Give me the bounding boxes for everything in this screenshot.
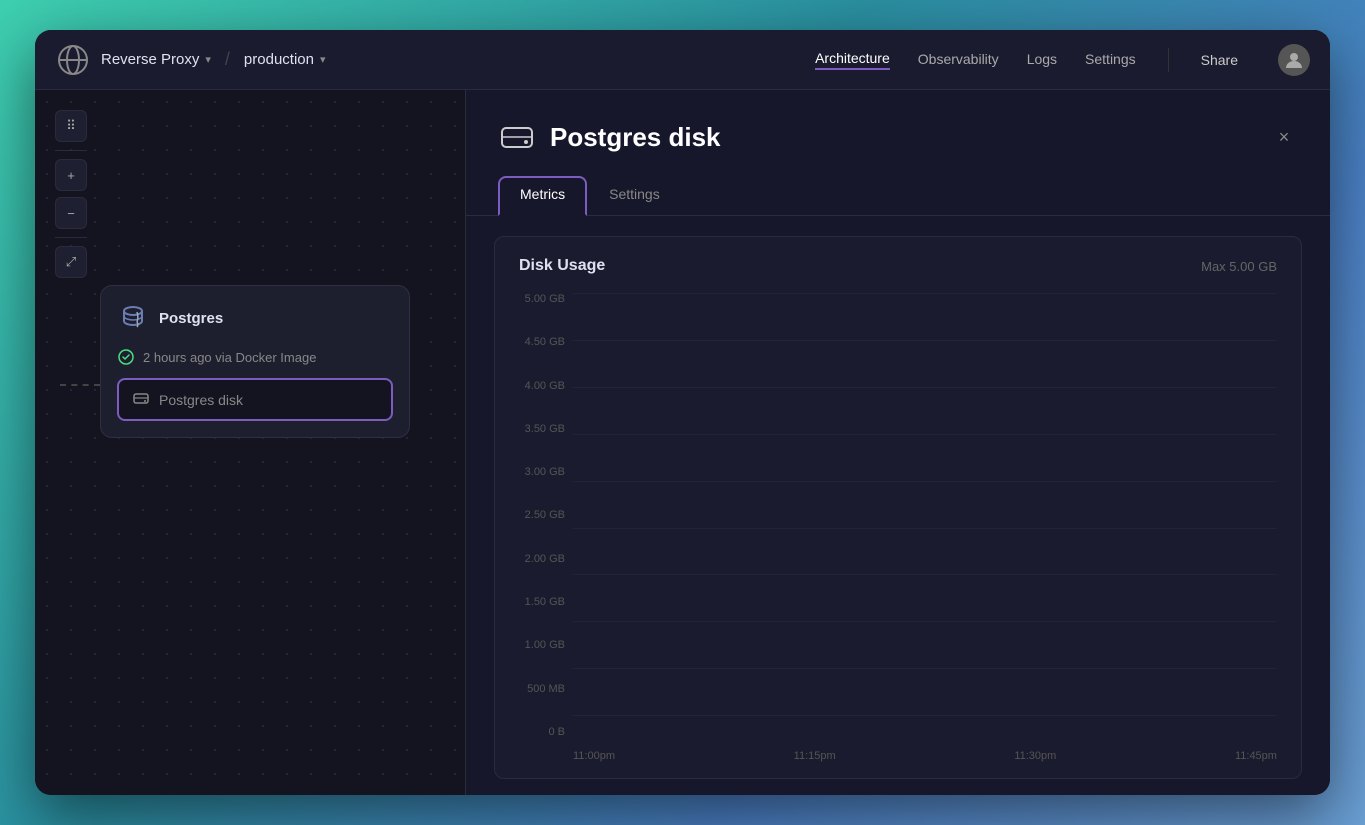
status-check-icon xyxy=(117,348,135,366)
panel-disk-icon xyxy=(498,118,536,156)
node-status: 2 hours ago via Docker Image xyxy=(117,348,393,366)
user-avatar[interactable] xyxy=(1278,44,1310,76)
chart-inner: 11:00pm 11:15pm 11:30pm 11:45pm xyxy=(573,293,1277,762)
fit-icon: ⤢ xyxy=(66,254,76,270)
fit-button[interactable]: ⤢ xyxy=(55,246,87,278)
close-button[interactable]: × xyxy=(1270,123,1298,151)
y-label-7: 1.50 GB xyxy=(519,596,573,608)
chart-line-svg xyxy=(573,293,1277,762)
x-label-1: 11:15pm xyxy=(794,750,836,762)
env-chevron-icon: ▾ xyxy=(320,53,326,66)
tab-metrics[interactable]: Metrics xyxy=(498,176,587,216)
grid-icon: ⠿ xyxy=(66,118,76,134)
header-nav: Architecture Observability Logs Settings… xyxy=(815,44,1310,76)
chart-card: Disk Usage Max 5.00 GB 5.00 GB 4.50 GB 4… xyxy=(494,236,1302,779)
chart-container: Disk Usage Max 5.00 GB 5.00 GB 4.50 GB 4… xyxy=(466,216,1330,795)
main-content: ⠿ + − ⤢ xyxy=(35,90,1330,795)
breadcrumb-app[interactable]: Reverse Proxy ▾ xyxy=(101,51,211,68)
zoom-out-button[interactable]: − xyxy=(55,197,87,229)
app-chevron-icon: ▾ xyxy=(205,53,211,66)
canvas-toolbar: ⠿ + − ⤢ xyxy=(55,110,87,278)
y-label-1: 4.50 GB xyxy=(519,336,573,348)
nav-divider xyxy=(1168,48,1169,72)
y-label-2: 4.00 GB xyxy=(519,380,573,392)
app-window: Reverse Proxy ▾ / production ▾ Architect… xyxy=(35,30,1330,795)
panel-title-row: Postgres disk xyxy=(498,118,721,156)
chart-max-label: Max 5.00 GB xyxy=(1201,259,1277,274)
y-axis: 5.00 GB 4.50 GB 4.00 GB 3.50 GB 3.00 GB … xyxy=(519,293,573,762)
toolbar-separator xyxy=(55,150,87,151)
x-label-2: 11:30pm xyxy=(1014,750,1056,762)
nav-architecture[interactable]: Architecture xyxy=(815,50,890,70)
x-label-0: 11:00pm xyxy=(573,750,615,762)
tab-settings[interactable]: Settings xyxy=(587,176,682,216)
zoom-in-button[interactable]: + xyxy=(55,159,87,191)
header-left: Reverse Proxy ▾ / production ▾ xyxy=(55,42,815,78)
header: Reverse Proxy ▾ / production ▾ Architect… xyxy=(35,30,1330,90)
zoom-out-icon: − xyxy=(67,206,75,221)
node-title: Postgres xyxy=(159,310,223,327)
share-button[interactable]: Share xyxy=(1201,52,1238,68)
x-label-3: 11:45pm xyxy=(1235,750,1277,762)
chart-area: 5.00 GB 4.50 GB 4.00 GB 3.50 GB 3.00 GB … xyxy=(519,293,1277,762)
disk-icon xyxy=(133,390,149,409)
breadcrumb-env[interactable]: production ▾ xyxy=(244,51,326,68)
postgres-disk-item[interactable]: Postgres disk xyxy=(117,378,393,421)
grid-tool-button[interactable]: ⠿ xyxy=(55,110,87,142)
nav-observability[interactable]: Observability xyxy=(918,51,999,69)
postgres-icon xyxy=(117,302,149,334)
status-text: 2 hours ago via Docker Image xyxy=(143,350,316,365)
canvas-area: ⠿ + − ⤢ xyxy=(35,90,465,795)
y-label-3: 3.50 GB xyxy=(519,423,573,435)
y-label-0: 5.00 GB xyxy=(519,293,573,305)
y-label-10: 0 B xyxy=(519,726,573,738)
canvas-background xyxy=(35,90,465,795)
y-label-6: 2.00 GB xyxy=(519,553,573,565)
y-label-9: 500 MB xyxy=(519,683,573,695)
toolbar-separator-2 xyxy=(55,237,87,238)
y-label-4: 3.00 GB xyxy=(519,466,573,478)
y-label-8: 1.00 GB xyxy=(519,639,573,651)
app-logo xyxy=(55,42,91,78)
app-name-label: Reverse Proxy xyxy=(101,51,199,68)
y-label-5: 2.50 GB xyxy=(519,509,573,521)
panel-tabs: Metrics Settings xyxy=(466,156,1330,216)
postgres-node[interactable]: Postgres 2 hours ago via Docker Image xyxy=(100,285,410,438)
nav-logs[interactable]: Logs xyxy=(1027,51,1057,69)
chart-title: Disk Usage xyxy=(519,257,605,275)
panel-title: Postgres disk xyxy=(550,122,721,153)
breadcrumb-separator: / xyxy=(225,49,230,70)
panel-header: Postgres disk × xyxy=(466,90,1330,156)
nav-settings[interactable]: Settings xyxy=(1085,51,1136,69)
zoom-in-icon: + xyxy=(67,168,75,183)
chart-header: Disk Usage Max 5.00 GB xyxy=(519,257,1277,275)
x-axis: 11:00pm 11:15pm 11:30pm 11:45pm xyxy=(573,738,1277,762)
side-panel: Postgres disk × Metrics Settings Disk Us… xyxy=(465,90,1330,795)
disk-label: Postgres disk xyxy=(159,392,243,408)
env-label: production xyxy=(244,51,314,68)
node-header: Postgres xyxy=(117,302,393,334)
arrow-dash xyxy=(60,384,100,386)
